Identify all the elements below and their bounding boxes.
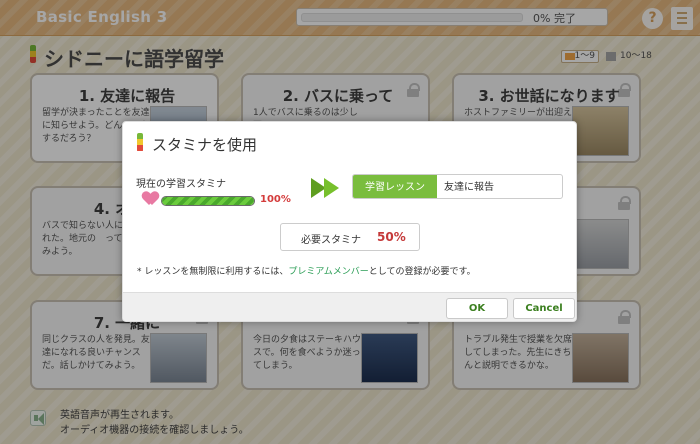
stamina-bar <box>161 196 255 206</box>
arrow-right-icon <box>311 178 341 198</box>
required-stamina-value: 50% <box>377 230 406 244</box>
stamina-dialog: スタミナを使用 現在の学習スタミナ 100% 学習レッスン 友達に報告 必要スタ… <box>122 121 577 322</box>
lesson-chip: 学習レッスン 友達に報告 <box>352 174 563 199</box>
required-stamina-label: 必要スタミナ <box>301 235 361 246</box>
current-stamina-label: 現在の学習スタミナ <box>136 179 226 190</box>
required-stamina-box: 必要スタミナ 50% <box>280 223 420 251</box>
premium-note: * レッスンを無制限に利用するには、プレミアムメンバーとしての登録が必要です。 <box>137 264 476 277</box>
note-prefix: * レッスンを無制限に利用するには、 <box>137 267 289 277</box>
ok-button[interactable]: OK <box>446 298 508 319</box>
note-suffix: としての登録が必要です。 <box>368 267 476 277</box>
stamina-fill <box>162 197 254 205</box>
current-stamina-value: 100% <box>260 194 291 205</box>
dialog-footer: OK Cancel <box>123 292 576 321</box>
cancel-button[interactable]: Cancel <box>513 298 575 319</box>
heart-icon <box>143 192 159 206</box>
dialog-title: スタミナを使用 <box>152 136 258 154</box>
app-window: Basic English 3 0% 完了 ? シドニーに語学留学 1〜9 10… <box>0 0 700 444</box>
lesson-chip-value: 友達に報告 <box>444 182 494 193</box>
lesson-chip-label: 学習レッスン <box>353 175 437 198</box>
stamina-color-icon <box>137 133 143 152</box>
premium-member-link[interactable]: プレミアムメンバー <box>288 267 368 277</box>
